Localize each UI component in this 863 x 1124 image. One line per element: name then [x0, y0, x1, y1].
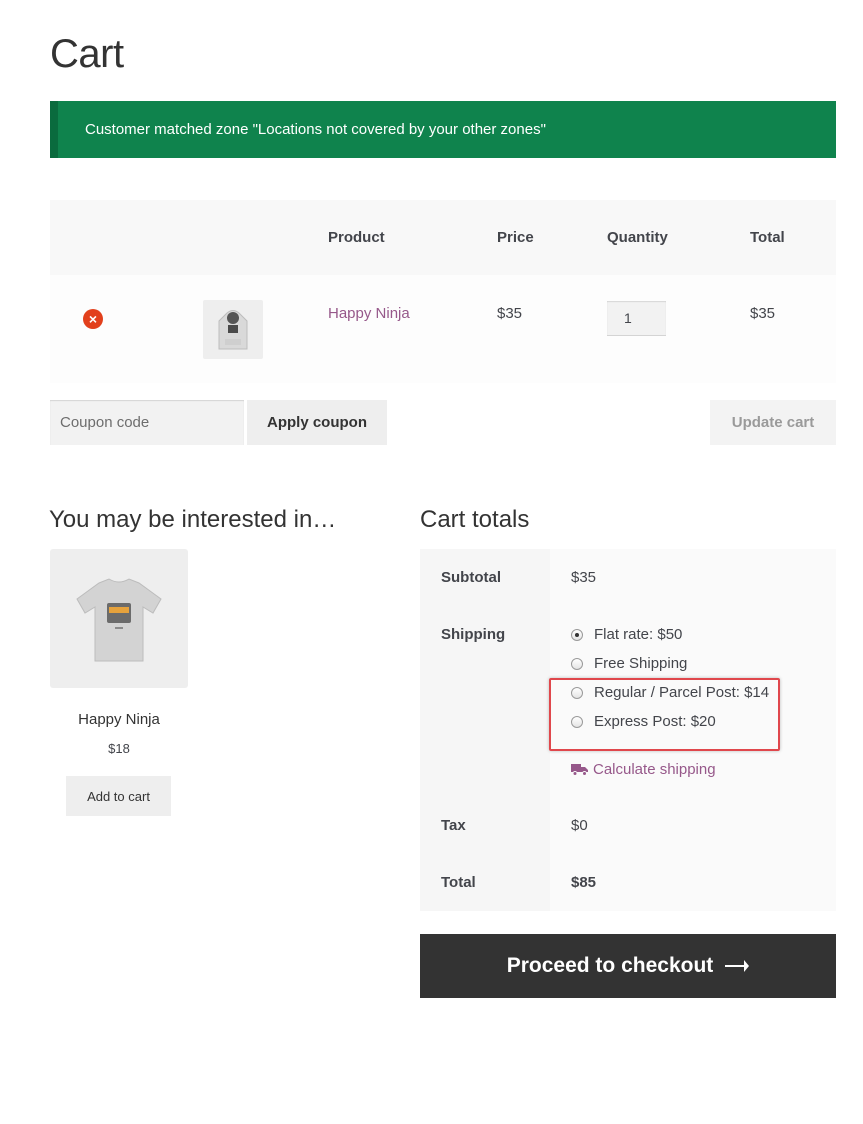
shipping-option-express[interactable]: Express Post: $20 [571, 713, 716, 730]
page-title: Cart [50, 32, 124, 76]
apply-coupon-button[interactable]: Apply coupon [247, 400, 387, 445]
shipping-option-label: Flat rate: $50 [594, 626, 683, 643]
cross-sell-name[interactable]: Happy Ninja [50, 711, 188, 728]
header-price: Price [497, 229, 534, 246]
cart-table-header: Product Price Quantity Total [50, 200, 836, 275]
subtotal-label: Subtotal [420, 549, 550, 606]
cart-totals-title: Cart totals [420, 506, 530, 533]
shipping-option-regular-parcel[interactable]: Regular / Parcel Post: $14 [571, 684, 769, 701]
shipping-option-label: Regular / Parcel Post: $14 [594, 684, 770, 701]
header-total: Total [750, 229, 785, 246]
coupon-code-input[interactable] [50, 400, 244, 445]
tax-value: $0 [550, 797, 836, 854]
shipping-options: Flat rate: $50 Free Shipping Regular / P… [550, 606, 836, 797]
shipping-row: Shipping Flat rate: $50 Free Shipping Re… [420, 606, 836, 797]
calculate-shipping-label: Calculate shipping [593, 761, 716, 778]
total-label: Total [420, 854, 550, 911]
shipping-option-label: Express Post: $20 [594, 713, 716, 730]
remove-icon[interactable]: × [83, 309, 103, 329]
header-product: Product [328, 229, 385, 246]
cross-sells-title: You may be interested in… [49, 506, 337, 533]
radio-regular-parcel[interactable] [571, 686, 583, 699]
radio-flat-rate[interactable] [571, 628, 583, 641]
header-quantity: Quantity [607, 229, 668, 246]
subtotal-row: Subtotal $35 [420, 549, 836, 606]
truck-icon [571, 763, 588, 776]
radio-free-shipping[interactable] [571, 657, 583, 670]
row-total: $35 [750, 305, 776, 322]
shipping-option-label: Free Shipping [594, 655, 688, 672]
proceed-to-checkout-button[interactable]: Proceed to checkout [420, 934, 836, 998]
cart-table: Product Price Quantity Total × Happy Nin… [50, 200, 836, 383]
tshirt-icon[interactable] [50, 549, 188, 688]
add-to-cart-button[interactable]: Add to cart [66, 776, 171, 816]
cart-item-row: × Happy Ninja $35 $35 [50, 275, 836, 383]
calculate-shipping-link[interactable]: Calculate shipping [571, 761, 716, 778]
radio-express-post[interactable] [571, 715, 583, 728]
update-cart-button[interactable]: Update cart [710, 400, 836, 445]
shipping-option-flat-rate[interactable]: Flat rate: $50 [571, 626, 682, 643]
row-price: $35 [497, 305, 523, 322]
checkout-label: Proceed to checkout [506, 954, 714, 977]
tax-label: Tax [420, 797, 550, 854]
total-value: $85 [550, 854, 836, 911]
product-link[interactable]: Happy Ninja [328, 305, 410, 322]
zone-notice: Customer matched zone "Locations not cov… [50, 101, 836, 158]
hoodie-icon[interactable] [203, 300, 263, 359]
shipping-option-free[interactable]: Free Shipping [571, 655, 687, 672]
quantity-input[interactable] [607, 301, 666, 336]
arrow-right-icon [725, 959, 750, 973]
cross-sell-price: $18 [108, 741, 130, 756]
shipping-label: Shipping [420, 606, 550, 797]
tax-row: Tax $0 [420, 797, 836, 854]
subtotal-value: $35 [550, 549, 836, 606]
order-total-row: Total $85 [420, 854, 836, 911]
cart-totals-table: Subtotal $35 Shipping Flat rate: $50 Fre… [420, 549, 836, 911]
